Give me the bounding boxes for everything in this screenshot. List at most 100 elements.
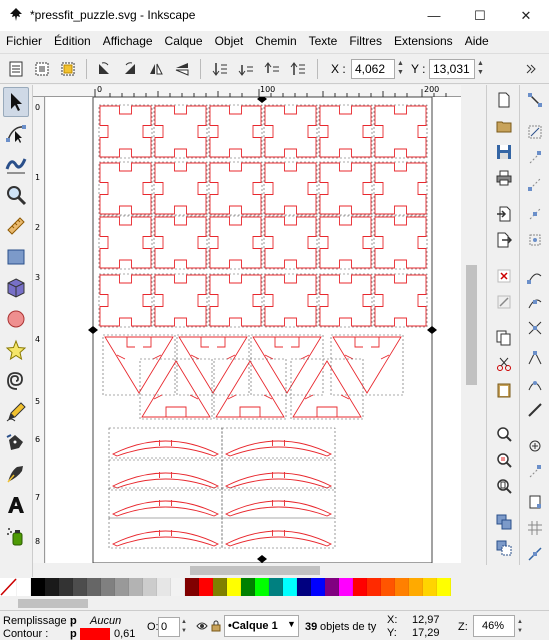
color-swatch[interactable] — [423, 578, 437, 596]
stroke-width[interactable]: 0,61 — [114, 628, 135, 640]
3d-box-tool[interactable] — [3, 273, 29, 303]
color-swatch[interactable] — [157, 578, 171, 596]
color-swatch[interactable] — [59, 578, 73, 596]
flip-vertical-button[interactable] — [171, 58, 193, 80]
snap-cusp-button[interactable] — [524, 347, 546, 369]
color-swatch[interactable] — [213, 578, 227, 596]
zoom-drawing-button[interactable] — [493, 449, 515, 471]
stroke-indicator[interactable]: p — [70, 628, 77, 640]
duplicate-button[interactable] — [493, 511, 515, 533]
color-swatch[interactable] — [73, 578, 87, 596]
new-document-button[interactable] — [493, 89, 515, 111]
color-swatch[interactable] — [269, 578, 283, 596]
raise-button[interactable] — [261, 58, 283, 80]
close-button[interactable]: ✕ — [503, 0, 549, 31]
color-swatch[interactable] — [17, 578, 31, 596]
x-field[interactable]: 4,062 — [351, 59, 395, 79]
snap-rotation-center-button[interactable] — [524, 435, 546, 457]
color-swatch[interactable] — [367, 578, 381, 596]
export-button[interactable] — [493, 229, 515, 251]
color-swatch[interactable] — [409, 578, 423, 596]
y-spin-arrows[interactable]: ▲ ▼ — [475, 59, 486, 79]
color-swatch[interactable] — [283, 578, 297, 596]
menu-calque[interactable]: Calque — [159, 31, 209, 52]
color-swatch[interactable] — [31, 578, 45, 596]
snap-bbox-button[interactable] — [524, 121, 546, 143]
select-same-button[interactable] — [57, 58, 79, 80]
color-swatch[interactable] — [227, 578, 241, 596]
clone-button[interactable] — [493, 537, 515, 559]
color-swatch[interactable] — [297, 578, 311, 596]
snap-page-border-button[interactable] — [524, 491, 546, 513]
y-field[interactable]: 13,031 — [429, 59, 475, 79]
pencil-tool[interactable] — [3, 397, 29, 427]
horizontal-scroll-thumb[interactable] — [190, 566, 320, 575]
undo-button[interactable] — [493, 265, 515, 287]
select-all-layers-button[interactable] — [31, 58, 53, 80]
snap-bbox-edge-button[interactable] — [524, 147, 546, 169]
snap-text-baseline-button[interactable] — [524, 461, 546, 483]
opacity-spin[interactable]: ▲ ▼ — [181, 618, 190, 636]
print-button[interactable] — [493, 167, 515, 189]
snap-nodes-button[interactable] — [524, 265, 546, 287]
horizontal-ruler[interactable]: 0 100 200 — [33, 85, 461, 97]
layer-lock-button[interactable] — [210, 620, 222, 635]
selector-tool[interactable] — [3, 87, 29, 117]
color-swatch[interactable] — [171, 578, 185, 596]
color-swatch[interactable] — [129, 578, 143, 596]
color-swatch[interactable] — [395, 578, 409, 596]
color-swatch[interactable] — [339, 578, 353, 596]
menu-chemin[interactable]: Chemin — [249, 31, 302, 52]
text-tool[interactable] — [3, 490, 29, 520]
snap-guide-button[interactable] — [524, 543, 546, 565]
calligraphy-tool[interactable] — [3, 459, 29, 489]
rotate-ccw-button[interactable] — [93, 58, 115, 80]
rectangle-tool[interactable] — [3, 242, 29, 272]
color-swatch[interactable] — [87, 578, 101, 596]
snap-smooth-button[interactable] — [524, 373, 546, 395]
paste-button[interactable] — [493, 379, 515, 401]
star-tool[interactable] — [3, 335, 29, 365]
lower-to-bottom-button[interactable] — [209, 58, 231, 80]
color-swatch[interactable] — [325, 578, 339, 596]
drawing-svg[interactable] — [46, 97, 461, 563]
menu-filtres[interactable]: Filtres — [343, 31, 388, 52]
rotate-cw-button[interactable] — [119, 58, 141, 80]
snap-center-button[interactable] — [524, 229, 546, 251]
color-swatch[interactable] — [185, 578, 199, 596]
snap-midpoint-button[interactable] — [524, 203, 546, 225]
color-swatch[interactable] — [45, 578, 59, 596]
minimize-button[interactable]: — — [411, 0, 457, 31]
menu-fichier[interactable]: Fichier — [0, 31, 48, 52]
open-button[interactable] — [493, 115, 515, 137]
circle-tool[interactable] — [3, 304, 29, 334]
snap-bbox-corner-button[interactable] — [524, 173, 546, 195]
menu-aide[interactable]: Aide — [459, 31, 495, 52]
maximize-button[interactable]: ☐ — [457, 0, 503, 31]
color-swatch[interactable] — [437, 578, 451, 596]
pen-tool[interactable] — [3, 428, 29, 458]
fill-value[interactable]: Aucun — [90, 615, 121, 627]
flip-horizontal-button[interactable] — [145, 58, 167, 80]
color-swatch[interactable] — [115, 578, 129, 596]
menu-objet[interactable]: Objet — [209, 31, 250, 52]
color-swatch[interactable] — [353, 578, 367, 596]
color-swatch[interactable] — [381, 578, 395, 596]
lower-button[interactable] — [235, 58, 257, 80]
node-tool[interactable] — [3, 118, 29, 148]
snap-intersections-button[interactable] — [524, 317, 546, 339]
measure-tool[interactable] — [3, 211, 29, 241]
menu-edition[interactable]: Édition — [48, 31, 97, 52]
color-swatch[interactable] — [311, 578, 325, 596]
zoom-selection-button[interactable] — [493, 423, 515, 445]
tweak-tool[interactable] — [3, 149, 29, 179]
snap-toggle-button[interactable] — [524, 89, 546, 111]
opacity-field[interactable]: 0 — [158, 617, 180, 637]
layer-visibility-button[interactable] — [196, 620, 208, 635]
color-swatch[interactable] — [255, 578, 269, 596]
color-swatch[interactable] — [241, 578, 255, 596]
drawing-canvas[interactable] — [46, 97, 461, 563]
palette-scroll-thumb[interactable] — [18, 599, 88, 608]
snap-object-midpoint-button[interactable] — [524, 399, 546, 421]
redo-button[interactable] — [493, 291, 515, 313]
